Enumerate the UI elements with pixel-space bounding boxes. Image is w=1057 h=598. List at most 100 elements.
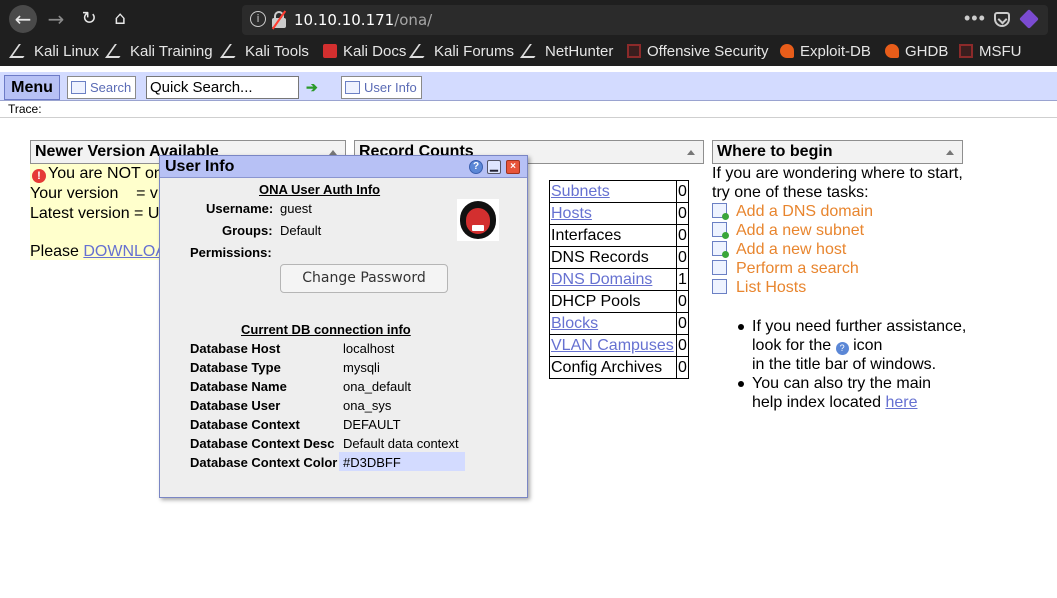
info-icon[interactable]: i (250, 11, 266, 27)
back-arrow-icon[interactable]: ← (9, 5, 37, 33)
menu-button[interactable]: Menu (4, 75, 60, 100)
bookmark-ghdb[interactable]: GHDB (885, 42, 948, 62)
db-row-label: Database Type (190, 360, 281, 375)
db-row-value: ona_sys (343, 398, 392, 413)
offsec-icon (959, 44, 973, 58)
where-to-begin-title: Where to begin (717, 143, 833, 160)
version-warning: You are NOT on (48, 165, 163, 182)
dns-records-label: DNS Records (549, 246, 677, 269)
groups-value: Default (280, 223, 322, 238)
extension-icon[interactable] (1019, 9, 1039, 29)
db-row-value: localhost (343, 341, 395, 356)
count-cell: 0 (676, 202, 689, 225)
kali-dragon-icon (105, 44, 129, 58)
table-row: Config Archives 0 (549, 356, 689, 379)
db-row-label: Database Host (190, 341, 281, 356)
help-bullets: If you need further assistance, look for … (712, 317, 982, 412)
task-add-dns-domain[interactable]: Add a DNS domain (712, 202, 982, 221)
help-index-link[interactable]: here (885, 394, 917, 411)
table-row: DNS Records 0 (549, 246, 689, 269)
please-text: Please (30, 243, 84, 260)
db-row-value: mysqli (343, 360, 380, 375)
table-row: DHCP Pools 0 (549, 290, 689, 313)
bookmark-offensive-security[interactable]: Offensive Security (627, 42, 768, 62)
bookmark-kali-forums[interactable]: Kali Forums (409, 42, 514, 62)
search-button[interactable]: Search (67, 76, 137, 99)
address-bar[interactable]: i 10.10.10.171/ona/ ••• (242, 5, 1048, 35)
subnets-link[interactable]: Subnets (551, 183, 610, 200)
interfaces-label: Interfaces (549, 224, 677, 247)
count-cell: 0 (676, 356, 689, 379)
blocks-link[interactable]: Blocks (551, 315, 598, 332)
kali-dragon-icon (9, 44, 33, 58)
help-icon: ? (835, 342, 849, 355)
minimize-icon[interactable]: ▁ (487, 160, 501, 174)
bookmark-msfu[interactable]: MSFU (959, 42, 1022, 62)
permissions-label: Permissions: (190, 245, 272, 260)
bookmark-exploit-db[interactable]: Exploit-DB (780, 42, 871, 62)
task-label: Add a new subnet (736, 222, 865, 239)
forward-arrow-icon[interactable]: → (42, 5, 70, 33)
task-perform-search[interactable]: Perform a search (712, 259, 982, 278)
intro-text-1: If you are wondering where to start, (712, 165, 963, 182)
db-row-label: Database User (190, 398, 281, 413)
go-arrow-icon[interactable]: ➔ (306, 80, 318, 94)
url-text[interactable]: 10.10.10.171/ona/ (294, 11, 432, 29)
table-row: VLAN Campuses 0 (549, 334, 689, 357)
bookmark-kali-tools[interactable]: Kali Tools (220, 42, 309, 62)
auth-info-heading: ONA User Auth Info (259, 182, 381, 197)
bookmark-label: MSFU (979, 43, 1022, 60)
user-info-window: User Info ? ▁ × ONA User Auth Info Usern… (159, 155, 528, 498)
intro-text-2: try one of these tasks: (712, 184, 869, 201)
quick-search-input[interactable]: Quick Search... (146, 76, 299, 99)
hosts-link[interactable]: Hosts (551, 205, 592, 222)
home-icon[interactable]: ⌂ (106, 5, 134, 33)
list-item: If you need further assistance, look for … (712, 317, 982, 374)
table-row: Hosts 0 (549, 202, 689, 225)
task-label: Perform a search (736, 260, 859, 277)
count-cell: 0 (676, 246, 689, 269)
user-info-button[interactable]: User Info (341, 76, 422, 99)
vlan-campuses-link[interactable]: VLAN Campuses (551, 337, 674, 354)
alert-icon: ! (32, 169, 46, 183)
bookmark-kali-linux[interactable]: Kali Linux (9, 42, 99, 62)
kali-dragon-icon (520, 44, 544, 58)
exploitdb-icon (885, 44, 899, 58)
collapse-icon[interactable] (946, 150, 954, 155)
download-link[interactable]: DOWNLOA (83, 243, 166, 260)
dns-domains-link[interactable]: DNS Domains (551, 271, 652, 288)
close-icon[interactable]: × (506, 160, 520, 174)
where-to-begin-panel-title[interactable]: Where to begin (712, 140, 963, 164)
bookmark-kali-docs[interactable]: Kali Docs (323, 42, 406, 62)
bookmark-kali-training[interactable]: Kali Training (105, 42, 213, 62)
db-row-value: ona_default (343, 379, 411, 394)
db-row-label: Database Context (190, 417, 300, 432)
help-icon[interactable]: ? (469, 160, 483, 174)
table-row: Blocks 0 (549, 312, 689, 335)
change-password-button[interactable]: Change Password (280, 264, 448, 293)
pocket-icon[interactable] (994, 12, 1010, 27)
task-list-hosts[interactable]: List Hosts (712, 278, 982, 297)
user-info-icon (345, 81, 360, 94)
task-label: Add a new host (736, 241, 847, 258)
bookmark-label: Exploit-DB (800, 43, 871, 60)
kali-dragon-icon (409, 44, 433, 58)
bookmark-nethunter[interactable]: NetHunter (520, 42, 614, 62)
dhcp-pools-label: DHCP Pools (549, 290, 677, 313)
db-row-label: Database Context Desc (190, 436, 335, 451)
bookmark-label: Offensive Security (647, 43, 769, 60)
table-row: DNS Domains 1 (549, 268, 689, 291)
count-cell: 0 (676, 290, 689, 313)
add-host-icon (712, 241, 729, 258)
task-add-subnet[interactable]: Add a new subnet (712, 221, 982, 240)
collapse-icon[interactable] (687, 150, 695, 155)
insecure-lock-icon[interactable] (271, 10, 287, 30)
task-add-host[interactable]: Add a new host (712, 240, 982, 259)
page-actions-menu-icon[interactable]: ••• (964, 8, 986, 29)
username-label: Username: (206, 201, 274, 216)
username-value: guest (280, 201, 312, 216)
bookmark-label: NetHunter (545, 43, 614, 60)
reload-icon[interactable]: ↻ (75, 5, 103, 33)
where-to-begin-body: If you are wondering where to start, try… (712, 164, 982, 412)
bookmark-label: Kali Docs (343, 43, 407, 60)
